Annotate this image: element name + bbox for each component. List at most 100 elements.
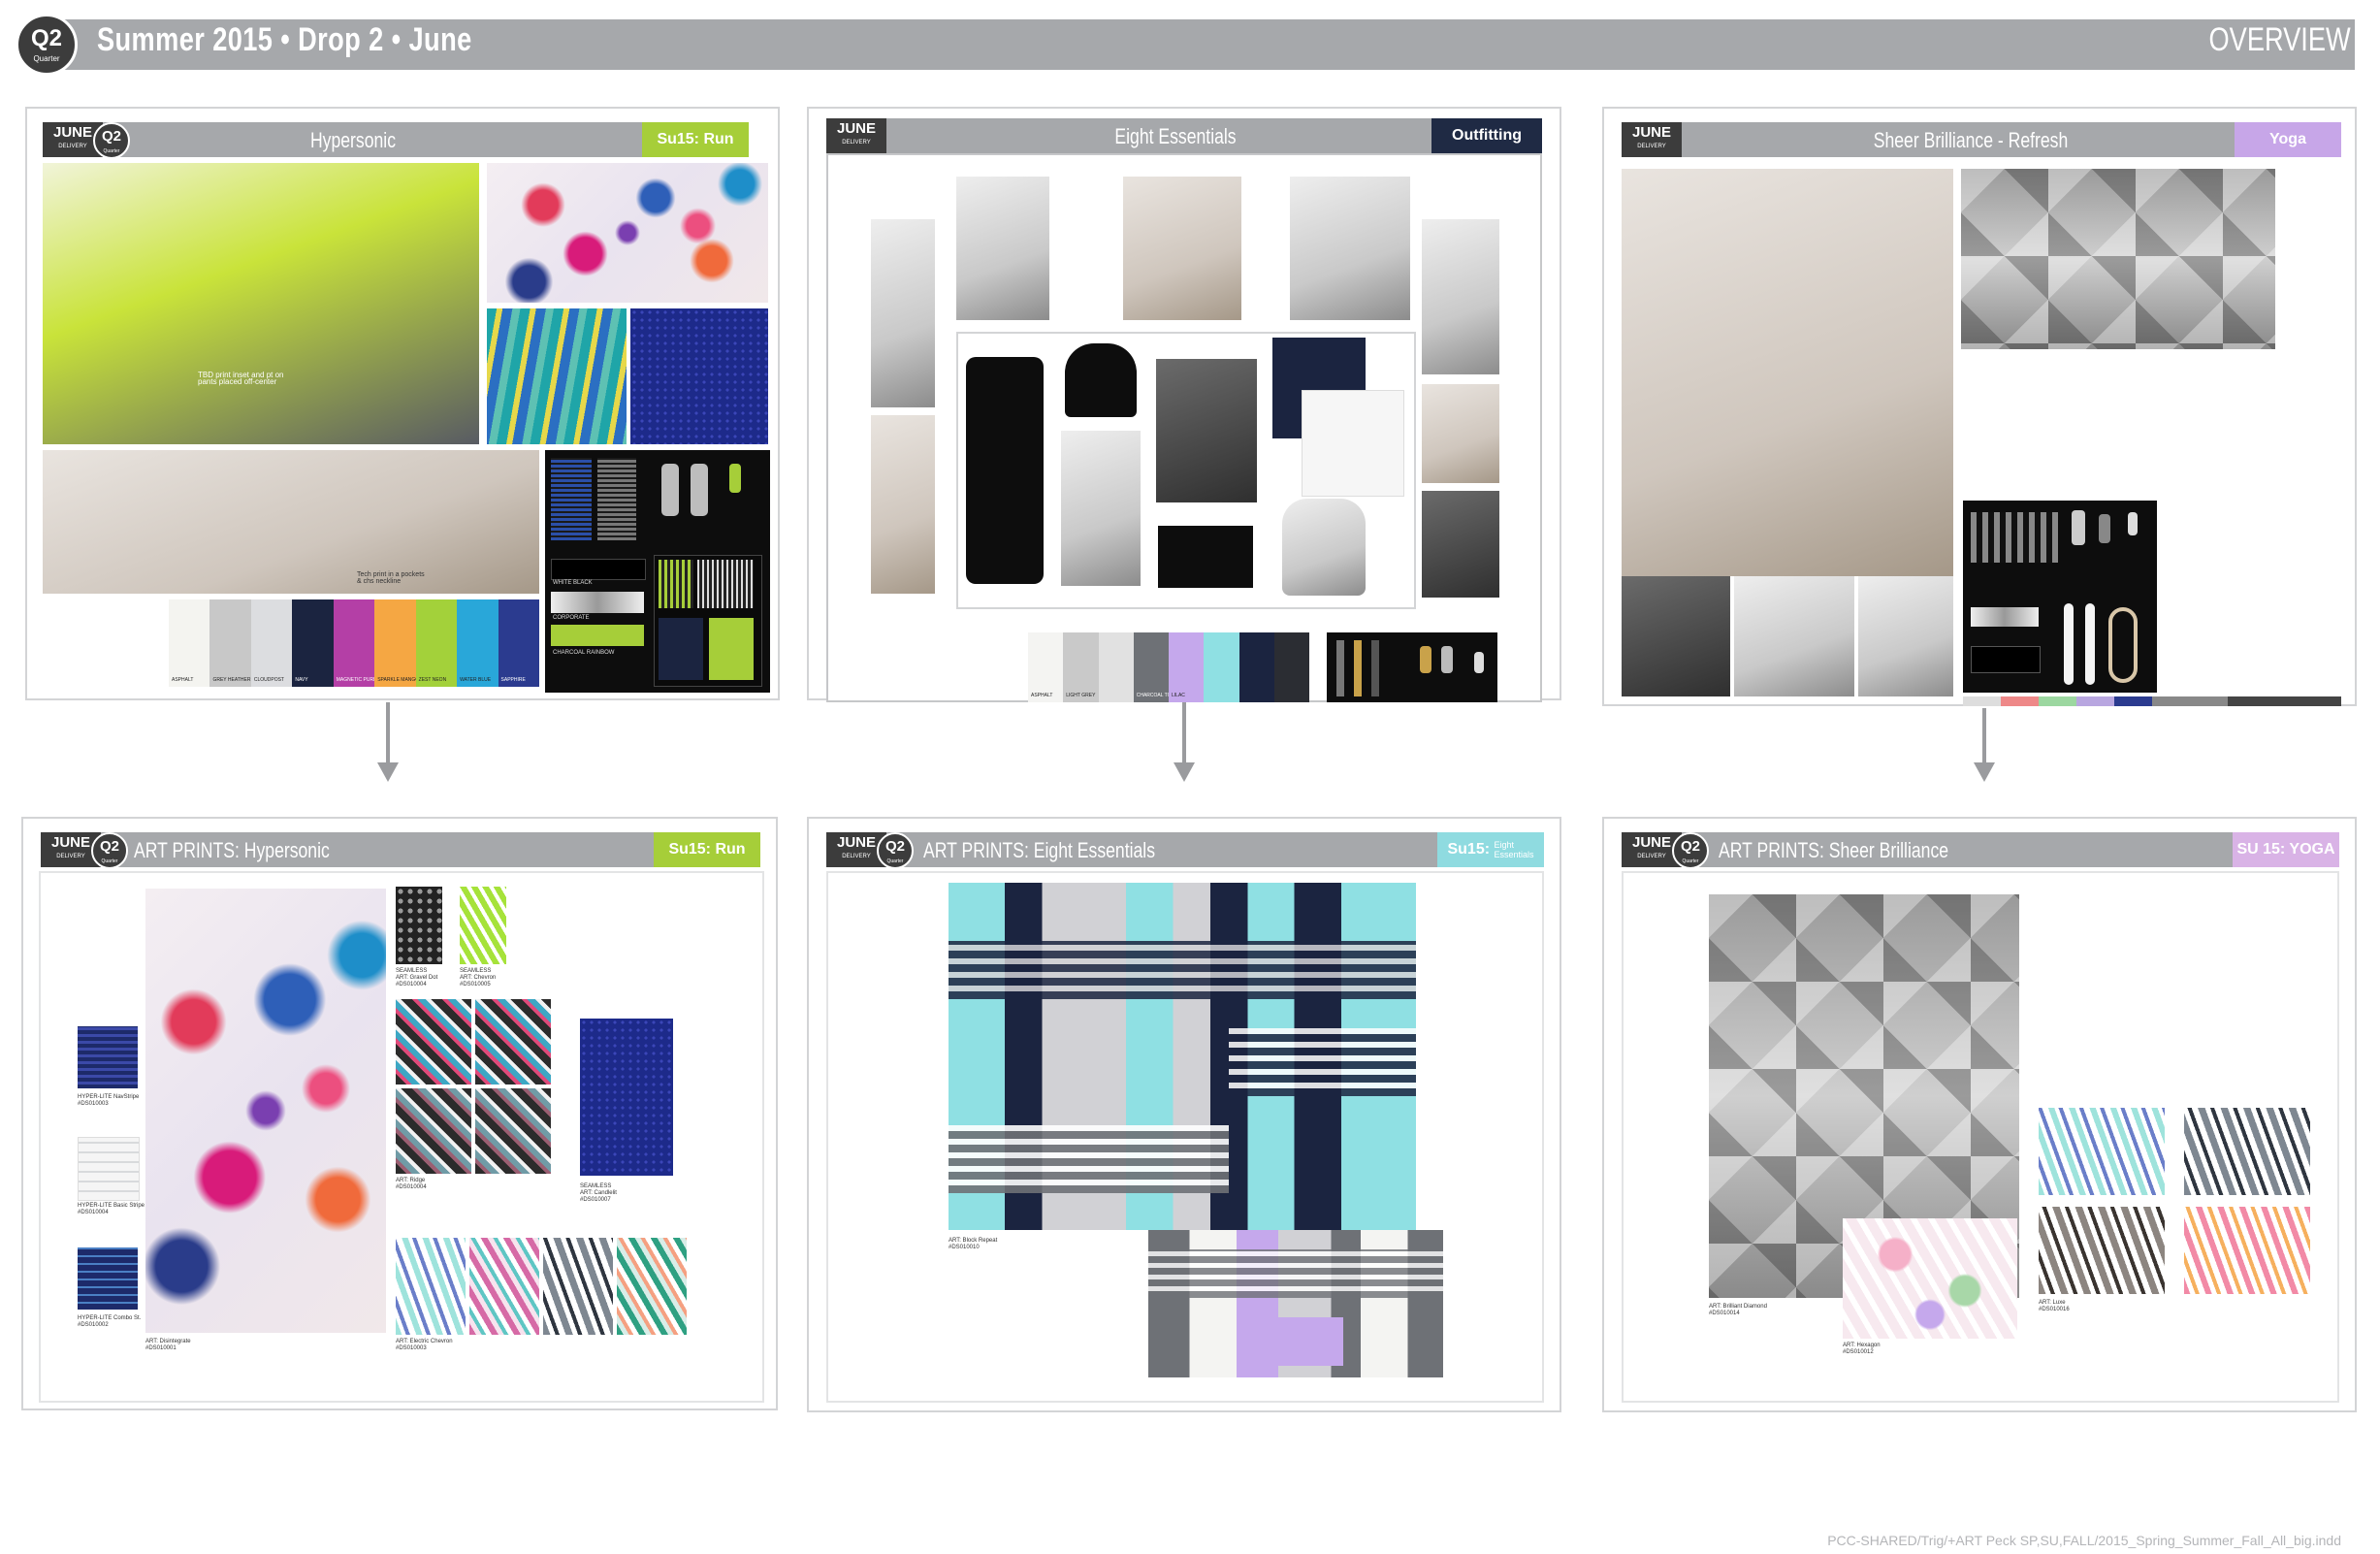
panel-tag: Outfitting: [1431, 118, 1542, 153]
panel-tag: Su15: Eight Essentials: [1437, 832, 1544, 867]
trim-tape-white: [697, 560, 754, 608]
outfit-photo-3: [956, 177, 1049, 320]
tape-2: [1354, 640, 1362, 696]
stripe-band: [1148, 1249, 1443, 1298]
print-electric-chevron-2: [469, 1238, 539, 1335]
hardware-board: [1963, 501, 2157, 693]
arrow-line: [386, 702, 390, 762]
color-swatch-label: LIGHT GREY: [1066, 693, 1096, 698]
panel-eight-essentials[interactable]: JUNE DELIVERY Eight Essentials Outfitting…: [807, 107, 1561, 702]
zipper-pull-1: [661, 464, 679, 516]
trim-black: [1971, 646, 2041, 673]
quarter-badge: Q2 Quarter: [16, 14, 78, 76]
color-swatch: [1204, 632, 1239, 702]
stripe-band: [1229, 1028, 1416, 1096]
quarter-sub-label: Quarter: [33, 54, 60, 63]
print-luxe-3: [2039, 1207, 2165, 1294]
stripe-basic: [78, 1137, 140, 1201]
color-swatch-label: ZEST NEON: [418, 677, 447, 683]
month-badge: JUNE DELIVERY: [1622, 122, 1682, 157]
panel-sheer-brilliance[interactable]: JUNE DELIVERY Sheer Brilliance - Refresh …: [1602, 107, 2357, 706]
art-label: ART: Disintegrate #DS010001: [145, 1339, 191, 1351]
photo-caption: TBD print inset and pt on pants placed o…: [198, 371, 284, 386]
panel-header-bar: JUNE DELIVERY Q2 Quarter ART PRINTS: Eight…: [826, 832, 1544, 869]
zipper-pull: [2128, 512, 2138, 535]
print-luxe-2: [2184, 1108, 2310, 1195]
art-label: HYPER-LITE Combo St. #DS010002: [78, 1315, 142, 1328]
hardware-board: WHITE BLACK CORPORATE CHARCOAL RAINBOW: [545, 450, 770, 693]
quarter-badge-small: Q2 Quarter: [877, 832, 914, 869]
hardware-strip: [1327, 632, 1497, 702]
zipper-pull-2: [691, 464, 708, 516]
arrow-down-icon: [377, 762, 399, 782]
color-swatch: [1238, 632, 1274, 702]
color-swatch: CHARCOAL TONE: [1133, 632, 1177, 702]
print-gravel-dot: [396, 887, 442, 964]
quarter-badge-small: Q2 Quarter: [91, 832, 128, 869]
panel-title: ART PRINTS: Sheer Brilliance: [1719, 838, 1949, 862]
outfit-photo-1: [871, 219, 935, 407]
trim-lime: [551, 625, 644, 646]
panel-art-prints-sheer[interactable]: JUNE DELIVERY Q2 Quarter ART PRINTS: Sheer…: [1602, 817, 2357, 1412]
print-candlelit: [580, 1019, 673, 1176]
color-swatch: SPARKLE MANGO: [374, 599, 419, 687]
hardware-caption-1: WHITE BLACK: [553, 580, 593, 586]
trim-black: [551, 559, 646, 580]
zipper-tape-grey: [597, 458, 636, 540]
bra-photo: [1622, 576, 1730, 696]
page-title: Summer 2015 • Drop 2 • June: [97, 21, 472, 58]
zipper-pull: [1441, 646, 1453, 673]
tape-1: [1336, 640, 1344, 696]
art-label: ART: Block Repeat #DS010010: [949, 1238, 998, 1250]
file-path-footer: PCC-SHARED/Trig/+ART Peck SP,SU,FALL/201…: [1827, 1533, 2341, 1548]
panel-hypersonic[interactable]: JUNE DELIVERY Q2 Quarter Hypersonic Su15: …: [25, 107, 780, 700]
panel-art-prints-eight[interactable]: JUNE DELIVERY Q2 Quarter ART PRINTS: Eight…: [807, 817, 1561, 1412]
product-jacket: [1156, 359, 1257, 502]
art-label: SEAMLESS ART: Candlelit #DS010007: [580, 1183, 617, 1203]
print-luxe-1: [2039, 1108, 2165, 1195]
art-label: SEAMLESS ART: Gravel Dot #DS010004: [396, 968, 438, 987]
color-swatch: ZEST NEON: [415, 599, 458, 687]
outfit-photo-8: [1422, 491, 1499, 598]
trim-panel: [654, 555, 762, 687]
floral-print-swatch: [487, 163, 768, 303]
panel-art-prints-hypersonic[interactable]: JUNE DELIVERY Q2 Quarter ART PRINTS: Hyper…: [21, 817, 778, 1410]
outfit-photo-6: [1422, 219, 1499, 374]
product-pants: [966, 357, 1044, 584]
panel-tag: Su15: Run: [654, 832, 760, 867]
product-backpack: [1282, 499, 1366, 596]
art-label: ART: Brilliant Diamond #DS010014: [1709, 1304, 1767, 1316]
cord-2: [2085, 603, 2095, 685]
hero-photo: TBD print inset and pt on pants placed o…: [43, 163, 479, 444]
color-palette-eight: ASPHALT LIGHT GREY CHARCOAL TONE LILAC: [1028, 632, 1309, 702]
print-ridge-1: [396, 999, 471, 1085]
geometric-print-swatch: [1961, 169, 2275, 349]
panel-tag: SU 15: YOGA: [2233, 832, 2339, 867]
color-swatch: [1098, 632, 1134, 702]
panel-title: Hypersonic: [309, 128, 397, 152]
hardware-caption-2: CORPORATE: [553, 615, 590, 621]
quarter-badge-small: Q2 Quarter: [1672, 832, 1709, 869]
zipper-pull: [1420, 646, 1431, 673]
color-swatch-label: NAVY: [295, 677, 308, 683]
print-ridge-2: [475, 999, 551, 1085]
color-swatch-label: WATER BLUE: [460, 677, 492, 683]
zipper-pull: [1474, 652, 1484, 673]
color-swatch: LILAC: [1169, 632, 1205, 702]
print-hexagon: [1843, 1218, 2017, 1339]
hardware-caption-3: CHARCOAL RAINBOW: [553, 650, 615, 656]
color-swatch: [1273, 632, 1309, 702]
print-chevron: [460, 887, 506, 964]
quarter-badge-small: Q2 Quarter: [93, 122, 130, 159]
color-swatch-label: LILAC: [1172, 693, 1185, 698]
art-label: HYPER-LITE Basic Stripe #DS010004: [78, 1203, 145, 1215]
art-label: ART: Electric Chevron #DS010003: [396, 1339, 453, 1351]
lilac-block: [1237, 1317, 1343, 1366]
color-swatch: SAPPHIRE: [498, 599, 539, 687]
panel-title: ART PRINTS: Hypersonic: [134, 838, 330, 862]
print-electric-chevron-3: [543, 1238, 613, 1335]
tag-main: Su15:: [1447, 841, 1491, 858]
outfit-photo-2: [871, 415, 935, 594]
art-label: HYPER-LITE NavStripe #DS010003: [78, 1094, 140, 1107]
color-swatch: CLOUDPOST: [250, 599, 293, 687]
